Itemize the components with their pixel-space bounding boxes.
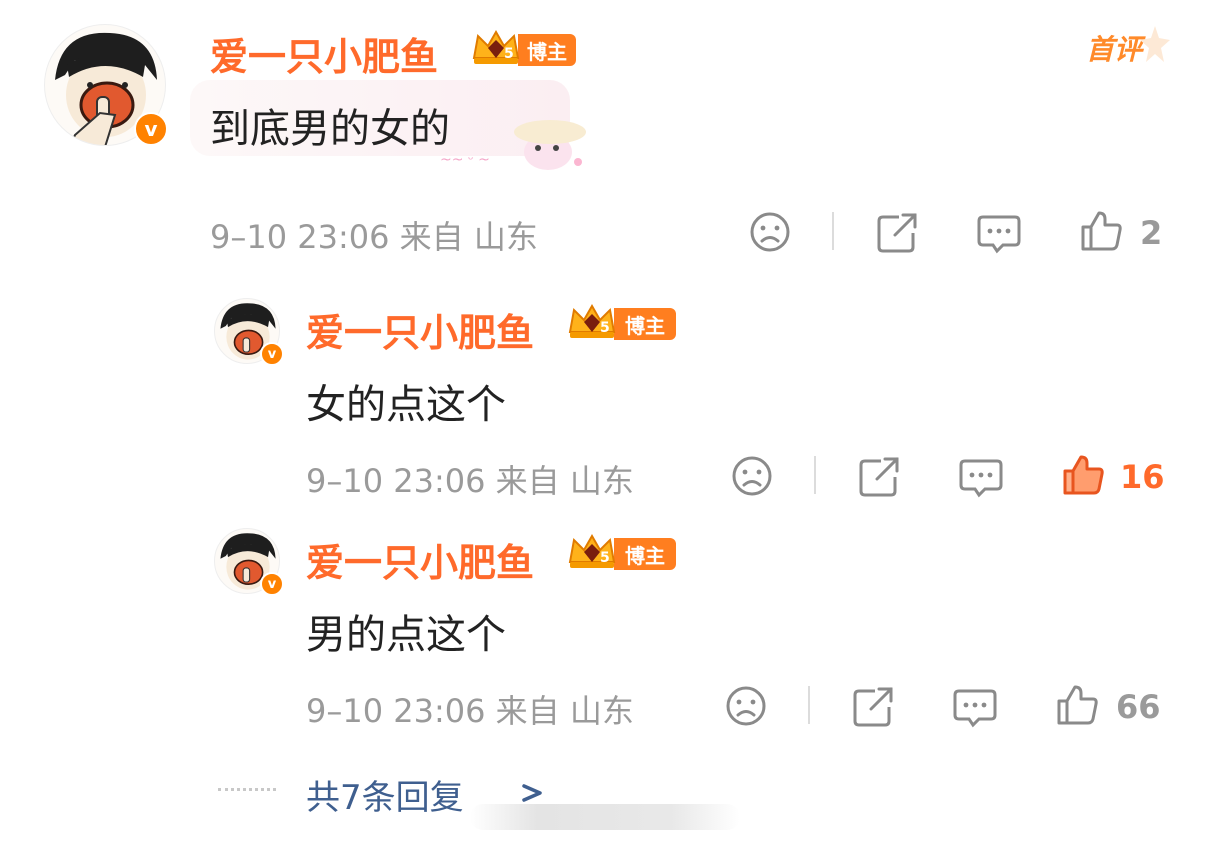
comment-icon[interactable] <box>976 210 1022 256</box>
bubble-sticker-icon: ~~ ᵕ ~ <box>440 112 590 180</box>
svg-text:~~ ᵕ ~: ~~ ᵕ ~ <box>440 152 490 168</box>
comment-meta: 9–10 23:06 来自 山东 <box>210 218 538 256</box>
comment-icon[interactable] <box>952 684 998 730</box>
verified-badge-icon: v <box>260 572 284 596</box>
badge-label: 博主 <box>614 538 676 570</box>
first-comment-star-icon <box>1140 24 1170 68</box>
thumbs-up-icon[interactable] <box>1054 682 1100 728</box>
divider <box>814 456 816 494</box>
username[interactable]: 爱一只小肥鱼 <box>210 26 438 81</box>
badge-level: 5 <box>600 320 610 336</box>
more-replies-link[interactable]: 共7条回复 <box>306 770 464 819</box>
crown-badge-icon: 5 <box>470 28 522 72</box>
avatar[interactable]: v <box>214 528 284 596</box>
comment-icon[interactable] <box>958 454 1004 500</box>
comment-text[interactable]: 女的点这个 <box>306 372 506 430</box>
comment-meta: 9–10 23:06 来自 山东 <box>306 692 634 730</box>
badge-label: 博主 <box>518 34 576 66</box>
blogger-badge: 5 博主 <box>566 532 676 576</box>
crown-badge-icon: 5 <box>566 532 618 576</box>
blogger-badge: 5 博主 <box>470 28 576 72</box>
sad-face-icon[interactable] <box>724 684 768 728</box>
comment-meta: 9–10 23:06 来自 山东 <box>306 462 634 500</box>
divider <box>808 686 810 724</box>
like-count: 16 <box>1120 458 1165 496</box>
share-icon[interactable] <box>850 684 896 728</box>
share-icon[interactable] <box>856 454 902 498</box>
blogger-badge: 5 博主 <box>566 302 676 346</box>
avatar[interactable]: v <box>44 24 168 146</box>
badge-level: 5 <box>504 46 514 62</box>
username[interactable]: 爱一只小肥鱼 <box>306 532 534 587</box>
badge-label: 博主 <box>614 308 676 340</box>
sad-face-icon[interactable] <box>748 210 792 254</box>
username[interactable]: 爱一只小肥鱼 <box>306 302 534 357</box>
badge-level: 5 <box>600 550 610 566</box>
verified-badge-icon: v <box>260 342 284 366</box>
thumbs-up-icon[interactable] <box>1078 208 1124 254</box>
like-count: 66 <box>1116 688 1161 726</box>
share-icon[interactable] <box>874 210 920 254</box>
comment-text[interactable]: 到底男的女的 <box>210 96 450 154</box>
avatar[interactable]: v <box>214 298 284 366</box>
divider <box>832 212 834 250</box>
crown-badge-icon: 5 <box>566 302 618 346</box>
watermark <box>470 804 740 830</box>
verified-badge-icon: v <box>134 112 168 146</box>
first-comment-tag: 首评 <box>1086 33 1143 66</box>
more-replies-dots <box>218 788 276 791</box>
sad-face-icon[interactable] <box>730 454 774 498</box>
comment-text[interactable]: 男的点这个 <box>306 602 506 660</box>
thumbs-up-icon[interactable] <box>1060 452 1106 498</box>
like-count: 2 <box>1140 214 1163 252</box>
